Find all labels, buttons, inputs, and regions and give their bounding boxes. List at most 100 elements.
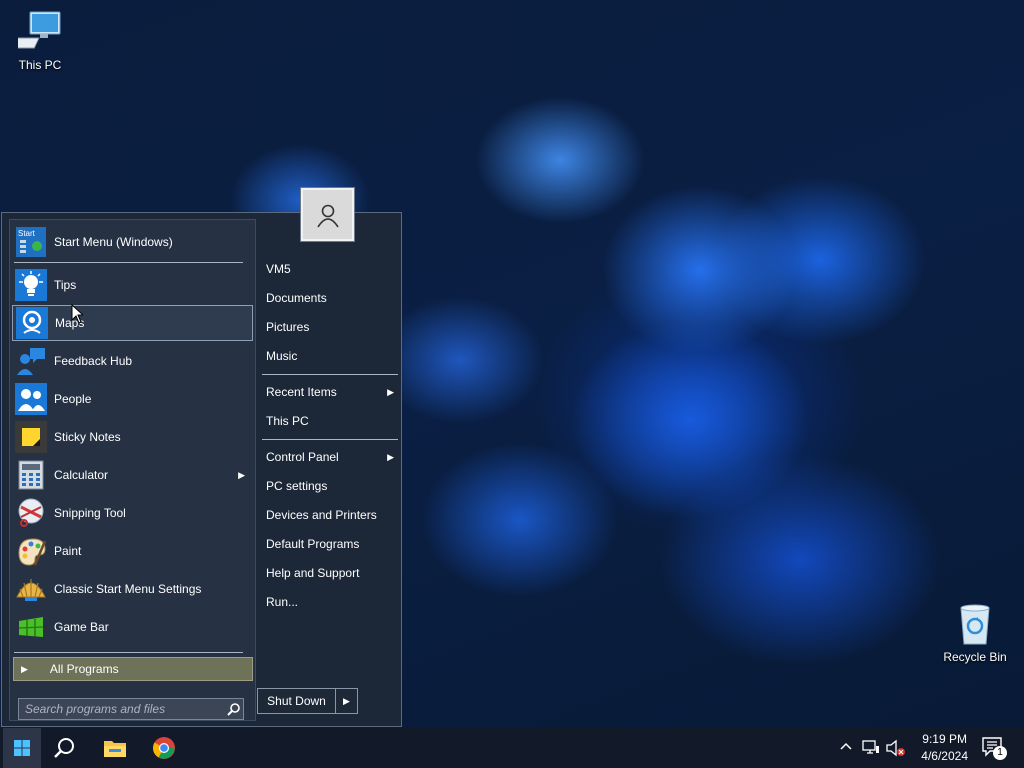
search-icon xyxy=(54,738,74,758)
shutdown-button[interactable]: Shut Down ▶ xyxy=(257,688,358,714)
maps-icon xyxy=(16,307,48,339)
tray-chevron-up-icon[interactable] xyxy=(840,740,852,754)
separator xyxy=(14,652,243,653)
app-item-maps[interactable]: Maps xyxy=(12,305,253,341)
place-item-recent-items[interactable]: Recent Items ▶ xyxy=(266,381,398,403)
submenu-arrow-icon: ▶ xyxy=(238,469,245,480)
app-item-game-bar[interactable]: Game Bar xyxy=(12,609,253,645)
app-item-people[interactable]: People xyxy=(12,381,253,417)
desktop-icon-label: Recycle Bin xyxy=(943,650,1007,664)
place-item-help-and-support[interactable]: Help and Support xyxy=(266,562,398,584)
all-programs-button[interactable]: ▶ All Programs xyxy=(13,657,253,681)
app-label: Game Bar xyxy=(54,620,109,634)
app-item-snipping-tool[interactable]: Snipping Tool xyxy=(12,495,253,531)
lightbulb-icon xyxy=(15,269,47,301)
separator xyxy=(14,262,243,263)
place-item-run[interactable]: Run... xyxy=(266,591,398,613)
app-label: Sticky Notes xyxy=(54,430,121,444)
search-icon[interactable] xyxy=(223,702,243,716)
chrome-icon xyxy=(153,737,175,759)
feedback-icon xyxy=(15,345,47,377)
user-icon xyxy=(316,204,339,227)
place-item-pictures[interactable]: Pictures xyxy=(266,316,398,338)
notification-count-badge: 1 xyxy=(993,746,1007,760)
game-bar-icon xyxy=(15,611,47,643)
place-label: Pictures xyxy=(266,320,310,334)
svg-text:Start: Start xyxy=(18,229,36,238)
app-item-feedback-hub[interactable]: Feedback Hub xyxy=(12,343,253,379)
app-label: Classic Start Menu Settings xyxy=(54,582,202,596)
taskbar-search-button[interactable] xyxy=(42,728,86,768)
scissors-icon xyxy=(15,497,47,529)
search-input[interactable] xyxy=(19,702,223,716)
place-item-pc-settings[interactable]: PC settings xyxy=(266,475,398,497)
calculator-icon xyxy=(15,459,47,491)
desktop-icon-this-pc[interactable]: This PC xyxy=(0,10,80,72)
submenu-arrow-icon: ▶ xyxy=(387,452,394,462)
all-programs-label: All Programs xyxy=(49,662,119,676)
app-item-paint[interactable]: Paint xyxy=(12,533,253,569)
desktop-icon-label: This PC xyxy=(18,58,62,72)
place-label: PC settings xyxy=(266,479,328,493)
start-menu-programs-pane: Start Start Menu (Windows) Tips Maps Fee… xyxy=(9,219,256,721)
app-label: Snipping Tool xyxy=(54,506,126,520)
place-item-control-panel[interactable]: Control Panel ▶ xyxy=(266,446,398,468)
start-button[interactable] xyxy=(3,728,41,768)
place-label: Documents xyxy=(266,291,327,305)
app-item-sticky-notes[interactable]: Sticky Notes xyxy=(12,419,253,455)
computer-icon xyxy=(18,11,61,49)
app-item-tips[interactable]: Tips xyxy=(12,267,253,303)
shutdown-label[interactable]: Shut Down xyxy=(258,689,336,713)
place-label: Run... xyxy=(266,595,299,609)
place-item-documents[interactable]: Documents xyxy=(266,287,398,309)
app-item-classic-start-menu-settings[interactable]: Classic Start Menu Settings xyxy=(12,571,253,607)
taskbar-chrome-button[interactable] xyxy=(142,728,186,768)
volume-muted-icon[interactable] xyxy=(886,739,906,760)
folder-icon xyxy=(104,741,126,757)
windows-logo-icon xyxy=(14,740,30,756)
app-label: Tips xyxy=(54,278,77,292)
place-item-default-programs[interactable]: Default Programs xyxy=(266,533,398,555)
paint-palette-icon xyxy=(15,535,47,567)
taskbar-file-explorer-button[interactable] xyxy=(93,728,137,768)
submenu-arrow-icon: ▶ xyxy=(387,387,394,397)
place-item-music[interactable]: Music xyxy=(266,345,398,367)
clock-date: 4/6/2024 xyxy=(921,749,968,763)
start-menu-header-item[interactable]: Start Start Menu (Windows) xyxy=(12,224,253,260)
start-menu-places-pane: VM5 Documents Pictures Music Recent Item… xyxy=(260,213,400,725)
place-item-user-folder[interactable]: VM5 xyxy=(266,258,398,280)
place-label: This PC xyxy=(266,414,309,428)
taskbar: 9:19 PM 4/6/2024 1 xyxy=(0,728,1024,768)
people-icon xyxy=(15,383,47,415)
app-label: Calculator xyxy=(54,468,109,482)
user-picture[interactable] xyxy=(301,188,354,241)
place-item-this-pc[interactable]: This PC xyxy=(266,410,398,432)
app-label: Start Menu (Windows) xyxy=(54,235,173,249)
start-menu: Start Start Menu (Windows) Tips Maps Fee… xyxy=(1,212,402,727)
place-label: VM5 xyxy=(266,262,291,276)
shutdown-options-arrow-icon[interactable]: ▶ xyxy=(336,696,357,707)
clock-time: 9:19 PM xyxy=(922,732,967,746)
place-label: Help and Support xyxy=(266,566,360,580)
app-label: Feedback Hub xyxy=(54,354,133,368)
shell-icon xyxy=(15,573,47,605)
start-menu-icon: Start xyxy=(15,226,47,258)
place-label: Control Panel xyxy=(266,450,339,464)
recycle-bin-icon xyxy=(960,604,990,645)
place-label: Music xyxy=(266,349,298,363)
notification-center-button[interactable]: 1 xyxy=(982,737,1008,760)
desktop-icon-recycle-bin[interactable]: Recycle Bin xyxy=(935,602,1015,664)
place-label: Recent Items xyxy=(266,385,337,399)
tray-clock[interactable]: 9:19 PM 4/6/2024 xyxy=(921,731,968,765)
app-label: People xyxy=(54,392,92,406)
network-icon[interactable] xyxy=(862,740,880,759)
place-label: Default Programs xyxy=(266,537,360,551)
app-item-calculator[interactable]: Calculator ▶ xyxy=(12,457,253,493)
sticky-note-icon xyxy=(15,421,47,453)
expand-arrow-icon: ▶ xyxy=(21,663,28,674)
place-item-devices-and-printers[interactable]: Devices and Printers xyxy=(266,504,398,526)
separator xyxy=(262,439,398,440)
mouse-cursor-icon xyxy=(71,304,83,324)
search-box[interactable] xyxy=(18,698,244,720)
separator xyxy=(262,374,398,375)
